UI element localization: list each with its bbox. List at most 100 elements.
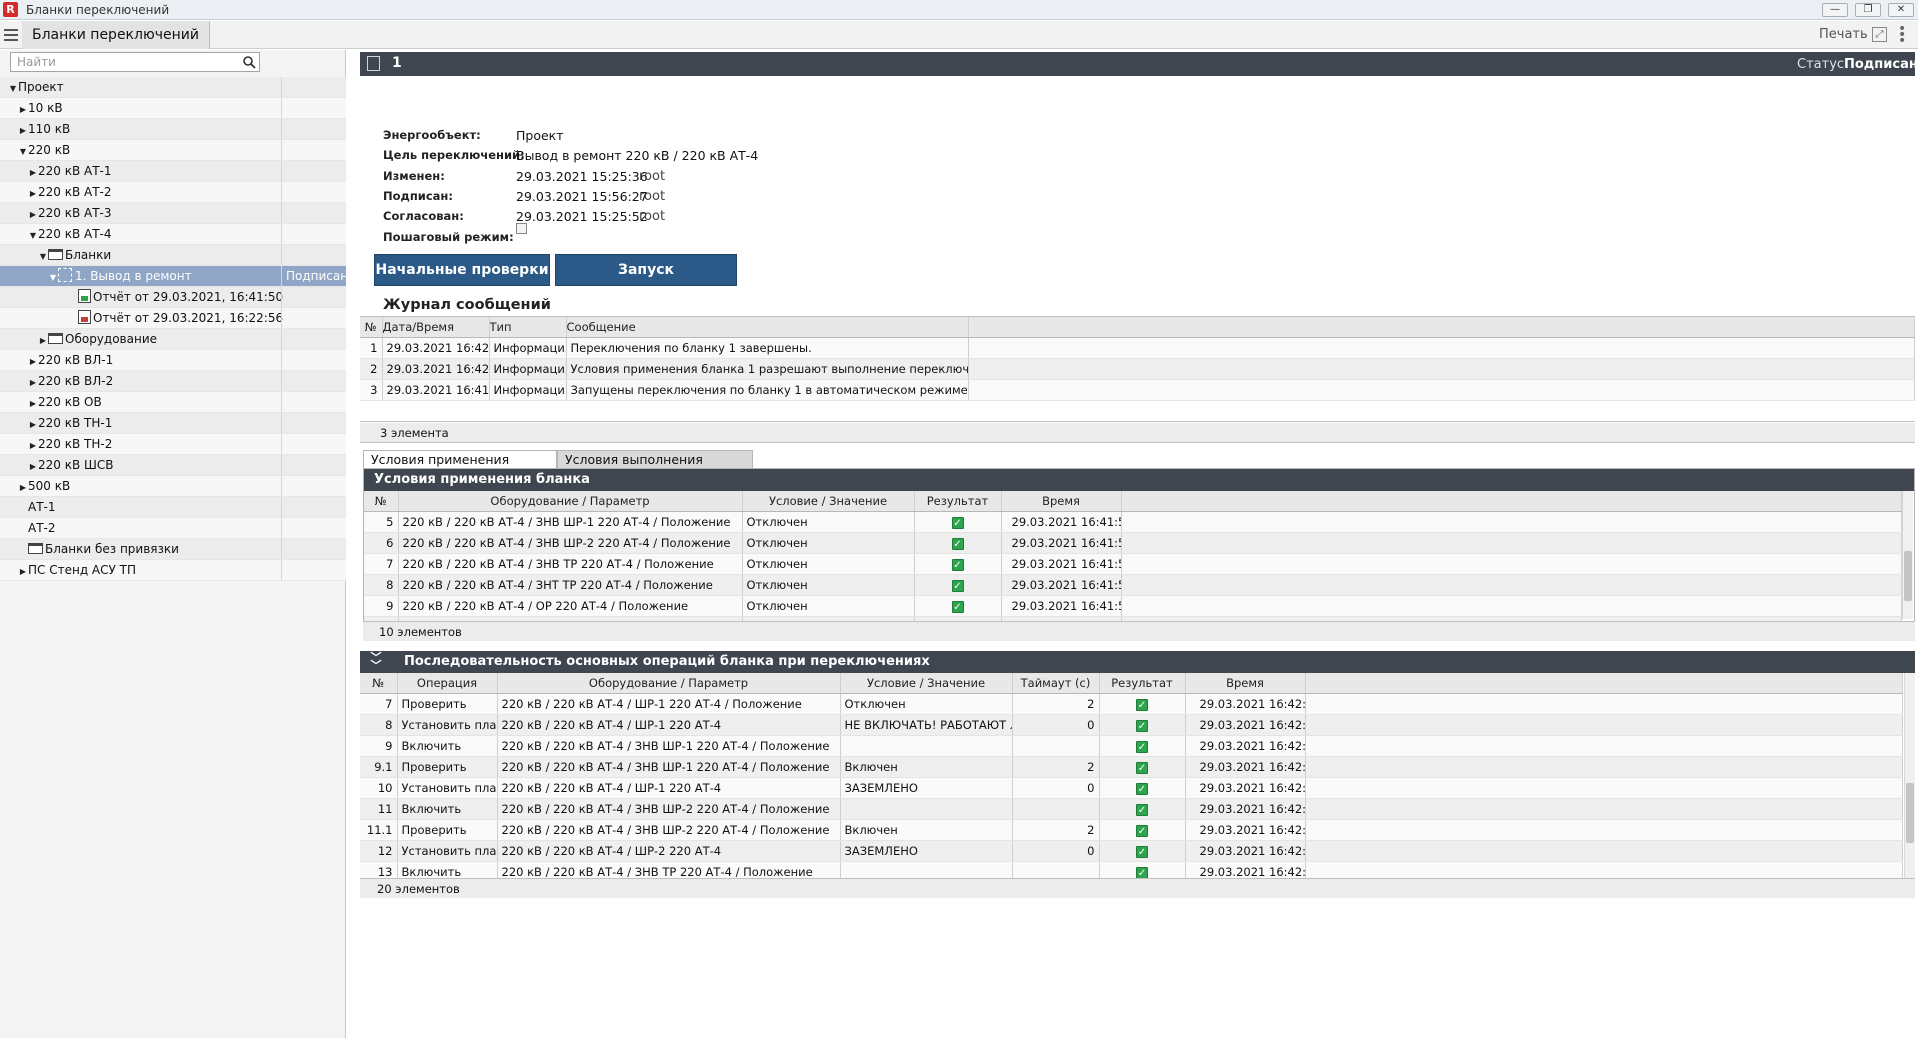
signed-value: 29.03.2021 15:56:27: [516, 189, 648, 204]
tree-item[interactable]: ▶ Оборудование: [0, 329, 346, 350]
expand-window-icon[interactable]: ⤢: [1872, 27, 1887, 42]
step-mode-checkbox[interactable]: [516, 223, 527, 234]
tree-item[interactable]: ▶ 220 кВ ВЛ-1: [0, 350, 346, 371]
operation-row[interactable]: 7 Проверить 220 кВ / 220 кВ АТ-4 / ШР-1 22…: [360, 693, 1903, 715]
tree-item[interactable]: ▶ 220 кВ ШСВ: [0, 455, 346, 476]
conditions-scrollbar[interactable]: [1902, 491, 1913, 619]
caret-right-icon[interactable]: ▶: [28, 435, 38, 456]
tree-item[interactable]: ▶ 220 кВ АТ-1: [0, 161, 346, 182]
tree-item[interactable]: ▶ 220 кВ ВЛ-2: [0, 371, 346, 392]
tree-item[interactable]: ▶ 500 кВ: [0, 476, 346, 497]
condition-row[interactable]: 6 220 кВ / 220 кВ АТ-4 / ЗНВ ШР-2 220 АТ-…: [364, 532, 1902, 554]
column-header[interactable]: Оборудование / Параметр: [398, 491, 743, 512]
column-header[interactable]: №: [360, 317, 383, 338]
search-icon[interactable]: [242, 55, 256, 69]
operation-row[interactable]: 11 Включить 220 кВ / 220 кВ АТ-4 / ЗНВ ШР-…: [360, 798, 1903, 820]
journal-cell: Переключения по бланку 1 завершены.: [566, 337, 969, 359]
caret-right-icon[interactable]: ▶: [18, 99, 28, 120]
tree-item[interactable]: ▼ 1. Вывод в ремонт Подписан: [0, 266, 348, 288]
column-header[interactable]: №: [360, 673, 398, 694]
tab-application-conditions[interactable]: Условия применения бланка: [363, 450, 557, 485]
column-header[interactable]: Результат: [914, 491, 1002, 512]
collapse-chevron-icon[interactable]: ﹀ ﹀: [368, 652, 384, 671]
restore-button[interactable]: ❐: [1855, 3, 1881, 17]
start-switching-button[interactable]: Запуск переключений: [555, 254, 737, 308]
operation-row[interactable]: 12Установить плакат220 кВ / 220 кВ АТ-4 …: [360, 840, 1903, 862]
tree-item[interactable]: ▶ 220 кВ ТН-1: [0, 413, 346, 434]
caret-right-icon[interactable]: ▶: [38, 330, 48, 351]
operations-scrollbar[interactable]: [1904, 673, 1915, 878]
tree-item[interactable]: АТ-1: [0, 497, 346, 518]
tree-item[interactable]: ▼ Бланки: [0, 245, 346, 266]
column-header[interactable]: Таймаут (с): [1012, 673, 1100, 694]
tree-item[interactable]: ▶ 220 кВ ОВ: [0, 392, 346, 413]
changed-value: 29.03.2021 15:25:36: [516, 169, 648, 184]
column-header[interactable]: Оборудование / Параметр: [497, 673, 841, 694]
journal-row[interactable]: 329.03.2021 16:41:50ИнформацияЗапущены п…: [360, 379, 1915, 401]
tree-item[interactable]: АТ-2: [0, 518, 346, 539]
caret-right-icon[interactable]: ▶: [18, 561, 28, 582]
caret-right-icon[interactable]: ▶: [28, 372, 38, 393]
tree-item[interactable]: ▼ 220 кВ АТ-4: [0, 224, 346, 245]
caret-right-icon[interactable]: ▶: [28, 393, 38, 414]
goal-label: Цель переключений:: [383, 148, 525, 162]
step-mode-label: Пошаговый режим:: [383, 230, 514, 244]
caret-down-icon[interactable]: ▼: [8, 78, 18, 99]
caret-right-icon[interactable]: ▶: [28, 414, 38, 435]
tree-item[interactable]: ▼ Проект: [0, 77, 346, 98]
search-input[interactable]: [11, 53, 231, 71]
column-header[interactable]: Условие / Значение: [840, 673, 1013, 694]
tree-item[interactable]: ▶ 10 кВ: [0, 98, 346, 119]
condition-row[interactable]: 7 220 кВ / 220 кВ АТ-4 / ЗНВ ТР 220 АТ-4 …: [364, 553, 1902, 575]
initial-checks-button[interactable]: Начальные проверки: [374, 254, 550, 286]
journal-row[interactable]: 129.03.2021 16:42:15ИнформацияПереключен…: [360, 337, 1915, 359]
operation-value: [840, 735, 1013, 757]
operation-row[interactable]: 9.1 Проверить 220 кВ / 220 кВ АТ-4 / ЗНВ Ш…: [360, 756, 1903, 778]
column-header[interactable]: Дата/Время: [382, 317, 490, 338]
tree-item[interactable]: ▶ 110 кВ: [0, 119, 346, 140]
tree-item[interactable]: Отчёт от 29.03.2021, 16:41:50: [0, 287, 346, 308]
tree-item[interactable]: Отчёт от 29.03.2021, 16:22:56: [0, 308, 346, 329]
caret-right-icon[interactable]: ▶: [28, 204, 38, 225]
tree-item[interactable]: ▼ 220 кВ: [0, 140, 346, 161]
condition-row[interactable]: 5 220 кВ / 220 кВ АТ-4 / ЗНВ ШР-1 220 АТ-…: [364, 511, 1902, 533]
tree-item[interactable]: ▶ 220 кВ ТН-2: [0, 434, 346, 455]
column-header[interactable]: Тип: [489, 317, 567, 338]
condition-row[interactable]: 9 220 кВ / 220 кВ АТ-4 / ОР 220 АТ-4 / По…: [364, 595, 1902, 617]
hamburger-menu-icon[interactable]: [4, 29, 18, 41]
column-header[interactable]: №: [364, 491, 399, 512]
column-header[interactable]: Время: [1185, 673, 1306, 694]
operation-row[interactable]: 11.1 Проверить 220 кВ / 220 кВ АТ-4 / ЗНВ …: [360, 819, 1903, 841]
operation-row[interactable]: 10Установить плакат220 кВ / 220 кВ АТ-4 …: [360, 777, 1903, 799]
app-tab-switching-forms[interactable]: Бланки переключений: [22, 21, 210, 49]
caret-right-icon[interactable]: ▶: [28, 351, 38, 372]
caret-right-icon[interactable]: ▶: [18, 120, 28, 141]
print-button[interactable]: Печать: [1819, 27, 1868, 42]
caret-down-icon[interactable]: ▼: [18, 141, 28, 162]
caret-right-icon[interactable]: ▶: [18, 477, 28, 498]
tree-item[interactable]: ▶ ПС Стенд АСУ ТП: [0, 560, 346, 581]
column-header[interactable]: Сообщение: [566, 317, 969, 338]
condition-row[interactable]: 8 220 кВ / 220 кВ АТ-4 / ЗНТ ТР 220 АТ-4 …: [364, 574, 1902, 596]
operation-row[interactable]: 8Установить плакат220 кВ / 220 кВ АТ-4 /…: [360, 714, 1903, 736]
tree-item[interactable]: ▶ 220 кВ АТ-2: [0, 182, 346, 203]
caret-right-icon[interactable]: ▶: [28, 456, 38, 477]
tree-item[interactable]: Бланки без привязки: [0, 539, 346, 560]
column-header[interactable]: Условие / Значение: [742, 491, 915, 512]
caret-down-icon[interactable]: ▼: [28, 225, 38, 246]
caret-right-icon[interactable]: ▶: [28, 183, 38, 204]
column-header[interactable]: Время: [1001, 491, 1122, 512]
tree-item[interactable]: ▶ 220 кВ АТ-3: [0, 203, 346, 224]
caret-down-icon[interactable]: ▼: [48, 267, 58, 288]
more-options-icon[interactable]: • • •: [1898, 22, 1906, 48]
close-button[interactable]: ✕: [1888, 3, 1914, 17]
column-header[interactable]: Результат: [1099, 673, 1186, 694]
minimize-button[interactable]: —: [1822, 3, 1848, 17]
journal-row[interactable]: 229.03.2021 16:42:00ИнформацияУсловия пр…: [360, 358, 1915, 380]
operation-row[interactable]: 9 Включить 220 кВ / 220 кВ АТ-4 / ЗНВ ШР-1…: [360, 735, 1903, 757]
column-header[interactable]: Операция: [397, 673, 498, 694]
operation-row[interactable]: 13 Включить 220 кВ / 220 кВ АТ-4 / ЗНВ ТР …: [360, 861, 1903, 878]
caret-right-icon[interactable]: ▶: [28, 162, 38, 183]
tab-execution-conditions[interactable]: Условия выполнения переключений: [557, 450, 753, 485]
caret-down-icon[interactable]: ▼: [38, 246, 48, 267]
